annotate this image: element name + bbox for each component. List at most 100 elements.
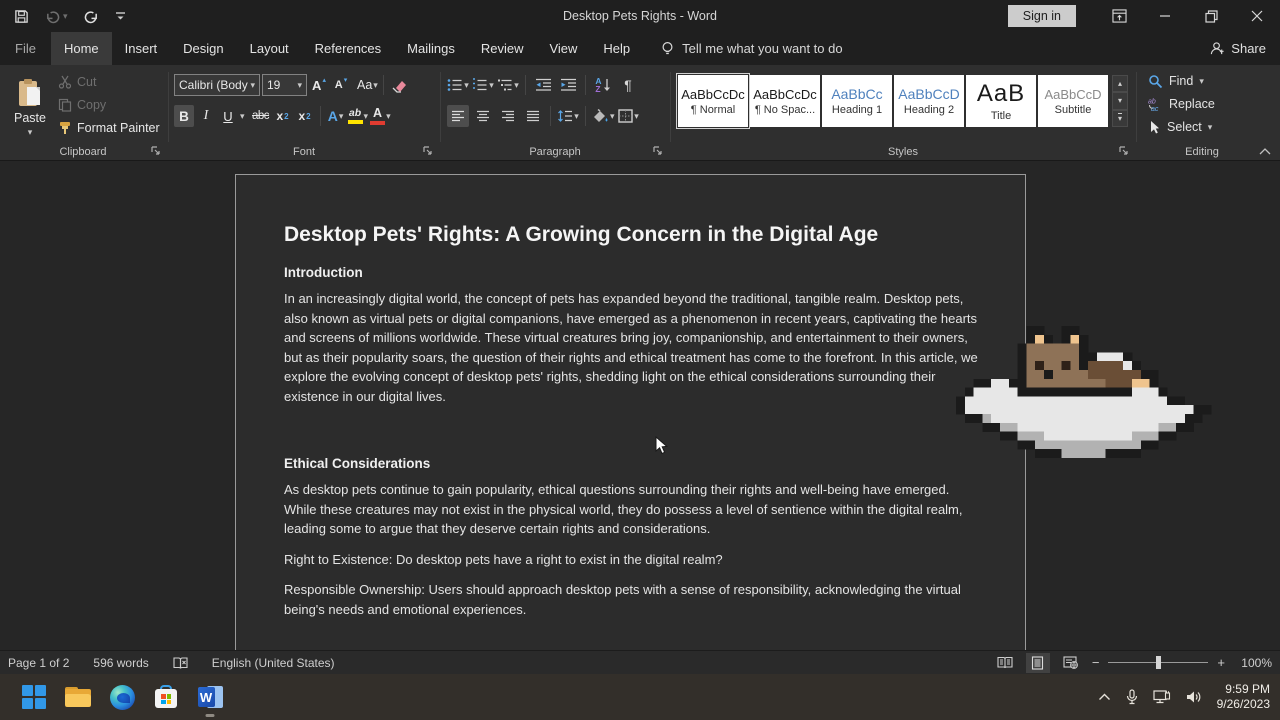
eraser-icon [390,78,407,93]
grow-font-button[interactable]: A▴ [309,74,329,96]
close-button[interactable] [1234,0,1280,32]
tab-review[interactable]: Review [468,32,537,65]
format-painter-button[interactable]: Format Painter [58,119,160,136]
close-icon [1251,10,1263,22]
share-button[interactable]: Share [1210,32,1266,65]
sign-in-button[interactable]: Sign in [1008,5,1076,27]
styles-scroll-down-button[interactable]: ▾ [1112,92,1128,109]
find-button[interactable]: Find ▾ [1148,71,1215,91]
change-case-button[interactable]: Aa▾ [357,74,378,96]
zoom-slider-thumb[interactable] [1156,656,1161,669]
highlight-button[interactable]: ab ▾ [348,105,369,127]
shading-button[interactable]: ▾ [592,105,615,127]
tab-references[interactable]: References [302,32,394,65]
word-count[interactable]: 596 words [93,656,148,670]
microphone-tray-button[interactable] [1126,689,1138,705]
justify-button[interactable] [522,105,544,127]
minimize-button[interactable] [1142,0,1188,32]
align-center-button[interactable] [472,105,494,127]
volume-tray-button[interactable] [1186,690,1202,704]
sort-button[interactable]: AZ [592,74,614,96]
align-left-button[interactable] [447,105,469,127]
select-label: Select [1167,120,1202,134]
print-layout-button[interactable] [1026,653,1050,673]
paragraph-dialog-launcher[interactable] [653,146,663,156]
subscript-button[interactable]: x2 [273,105,293,127]
tab-help[interactable]: Help [590,32,643,65]
start-button[interactable] [12,674,56,720]
increase-indent-button[interactable] [557,74,579,96]
tab-design[interactable]: Design [170,32,236,65]
style-heading-2[interactable]: AaBbCcD Heading 2 [894,75,964,127]
paragraph: Right to Existence: Do desktop pets have… [284,550,978,570]
ribbon-display-options-button[interactable] [1096,0,1142,32]
tab-insert[interactable]: Insert [112,32,171,65]
superscript-button[interactable]: x2 [295,105,315,127]
save-button[interactable] [14,9,29,24]
page-indicator[interactable]: Page 1 of 2 [8,656,69,670]
shrink-font-button[interactable]: A▾ [331,74,351,96]
select-button[interactable]: Select ▾ [1148,117,1215,137]
word-taskbar-button[interactable]: W [188,674,232,720]
document-page[interactable]: Desktop Pets' Rights: A Growing Concern … [235,174,1026,650]
zoom-slider[interactable] [1108,656,1208,669]
strikethrough-button[interactable]: abc [251,105,271,127]
tray-chevron-button[interactable] [1098,693,1111,701]
bullets-button[interactable]: ▾ [447,74,469,96]
tab-home[interactable]: Home [51,32,112,65]
style-title[interactable]: AaB Title [966,75,1036,127]
tab-mailings[interactable]: Mailings [394,32,468,65]
styles-more-button[interactable]: ▾ [1112,110,1128,127]
edge-button[interactable] [100,674,144,720]
italic-button[interactable]: I [196,105,216,127]
replace-button[interactable]: abac Replace [1148,94,1215,114]
tab-layout[interactable]: Layout [237,32,302,65]
styles-scroll-up-button[interactable]: ▴ [1112,75,1128,92]
font-dialog-launcher[interactable] [423,146,433,156]
web-layout-button[interactable] [1059,653,1083,673]
multilevel-list-button[interactable]: ▾ [497,74,519,96]
format-painter-icon [58,121,72,135]
redo-button[interactable] [83,9,100,24]
font-color-button[interactable]: A ▾ [370,105,391,127]
taskbar-clock[interactable]: 9:59 PM 9/26/2023 [1217,682,1270,712]
restore-button[interactable] [1188,0,1234,32]
paste-button[interactable]: Paste ▾ [8,71,52,143]
font-name-combo[interactable]: Calibri (Body ▾ [174,74,260,96]
borders-button[interactable]: ▾ [618,105,640,127]
style-normal[interactable]: AaBbCcDc ¶ Normal [678,75,748,127]
show-formatting-button[interactable]: ¶ [617,74,639,96]
tab-file[interactable]: File [0,32,51,65]
network-tray-button[interactable] [1153,690,1171,705]
style-heading-1[interactable]: AaBbCc Heading 1 [822,75,892,127]
language-indicator[interactable]: English (United States) [212,656,335,670]
read-mode-button[interactable] [993,653,1017,673]
style-no-spacing[interactable]: AaBbCcDc ¶ No Spac... [750,75,820,127]
tell-me-box[interactable]: Tell me what you want to do [661,32,842,65]
customize-qat-button[interactable] [115,10,126,22]
numbering-button[interactable]: ▾ [472,74,494,96]
collapse-ribbon-button[interactable] [1259,148,1271,155]
microsoft-store-button[interactable] [144,674,188,720]
copy-icon [58,98,72,112]
text-effects-button[interactable]: A▾ [326,105,346,127]
file-explorer-button[interactable] [56,674,100,720]
desktop-pet-cat-on-pillow[interactable] [956,326,1220,458]
line-spacing-caret-icon: ▾ [574,112,579,121]
zoom-in-button[interactable]: + [1217,655,1225,670]
styles-dialog-launcher[interactable] [1119,146,1129,156]
bold-button[interactable]: B [174,105,194,127]
line-spacing-button[interactable]: ▾ [557,105,579,127]
zoom-out-button[interactable]: − [1092,655,1100,670]
underline-button[interactable]: U [218,105,238,127]
underline-caret-icon[interactable]: ▾ [240,112,245,121]
proofing-status-button[interactable] [173,656,188,670]
tab-view[interactable]: View [536,32,590,65]
zoom-level[interactable]: 100% [1234,656,1272,670]
font-size-combo[interactable]: 19 ▾ [262,74,307,96]
decrease-indent-button[interactable] [532,74,554,96]
style-subtitle[interactable]: AaBbCcD Subtitle [1038,75,1108,127]
clipboard-dialog-launcher[interactable] [151,146,161,156]
clear-formatting-button[interactable] [389,74,409,96]
align-right-button[interactable] [497,105,519,127]
